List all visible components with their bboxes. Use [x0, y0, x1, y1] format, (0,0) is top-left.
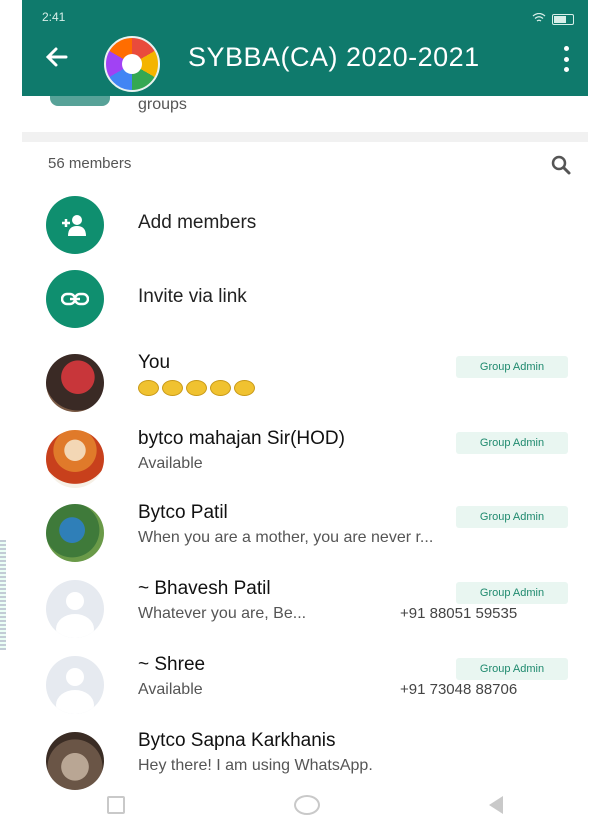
group-avatar[interactable]	[104, 36, 160, 92]
member-about: Whatever you are, Be...	[138, 605, 307, 622]
recent-apps-icon[interactable]	[106, 796, 125, 814]
invite-link-row[interactable]: Invite via link	[22, 262, 588, 332]
member-row[interactable]: bytco mahajan Sir(HOD) Available Group A…	[22, 422, 588, 492]
member-phone: +91 88051 59535	[400, 605, 518, 622]
add-members-row[interactable]: Add members	[22, 188, 588, 258]
section-divider	[22, 132, 588, 142]
member-row[interactable]: You Group Admin	[22, 346, 588, 416]
members-count: 56 members	[48, 155, 132, 172]
home-icon[interactable]	[293, 795, 320, 815]
status-bar: 2:41	[42, 10, 574, 28]
member-about: Hey there! I am using WhatsApp.	[138, 757, 373, 774]
group-info-screen: 2:41 SYBBA(CA) 2020-2021 groups 56 membe…	[22, 0, 588, 830]
wifi-icon	[532, 12, 546, 26]
member-row[interactable]: Bytco Patil When you are a mother, you a…	[22, 496, 588, 566]
group-title[interactable]: SYBBA(CA) 2020-2021	[188, 42, 480, 73]
link-icon	[46, 270, 104, 328]
member-phone: +91 73048 88706	[400, 681, 518, 698]
avatar	[46, 504, 104, 562]
previous-section-text: groups	[138, 96, 187, 113]
group-admin-badge: Group Admin	[456, 658, 568, 680]
invite-link-label: Invite via link	[138, 286, 247, 307]
add-person-icon	[46, 196, 104, 254]
group-admin-badge: Group Admin	[456, 432, 568, 454]
group-admin-badge: Group Admin	[456, 356, 568, 378]
member-row[interactable]: ~ Shree Available +91 73048 88706 Group …	[22, 648, 588, 718]
system-nav-bar	[22, 780, 588, 830]
member-about: Available	[138, 681, 203, 698]
default-avatar-icon	[46, 656, 104, 714]
left-edge-artifact	[0, 540, 6, 650]
back-arrow-icon[interactable]	[44, 44, 74, 74]
group-admin-badge: Group Admin	[456, 506, 568, 528]
member-name: ~ Shree	[138, 654, 206, 675]
default-avatar-icon	[46, 580, 104, 638]
search-icon[interactable]	[550, 154, 572, 176]
battery-icon	[552, 13, 574, 25]
back-icon[interactable]	[489, 796, 504, 814]
member-name: Bytco Patil	[138, 502, 228, 523]
member-name: You	[138, 352, 171, 373]
status-time: 2:41	[42, 10, 66, 24]
member-about: When you are a mother, you are never r..…	[138, 529, 434, 546]
member-name: Bytco Sapna Karkhanis	[138, 730, 336, 751]
emoji-status	[138, 380, 255, 396]
avatar	[46, 430, 104, 488]
status-indicators	[532, 10, 574, 28]
previous-section: groups	[22, 96, 588, 130]
avatar	[46, 354, 104, 412]
member-name: bytco mahajan Sir(HOD)	[138, 428, 345, 449]
member-name: ~ Bhavesh Patil	[138, 578, 271, 599]
app-bar: 2:41 SYBBA(CA) 2020-2021	[22, 0, 588, 96]
member-about: Available	[138, 455, 203, 472]
add-members-label: Add members	[138, 212, 257, 233]
more-options-icon[interactable]	[564, 46, 570, 72]
previous-section-icon	[50, 96, 110, 106]
member-row[interactable]: ~ Bhavesh Patil Whatever you are, Be... …	[22, 572, 588, 642]
group-admin-badge: Group Admin	[456, 582, 568, 604]
